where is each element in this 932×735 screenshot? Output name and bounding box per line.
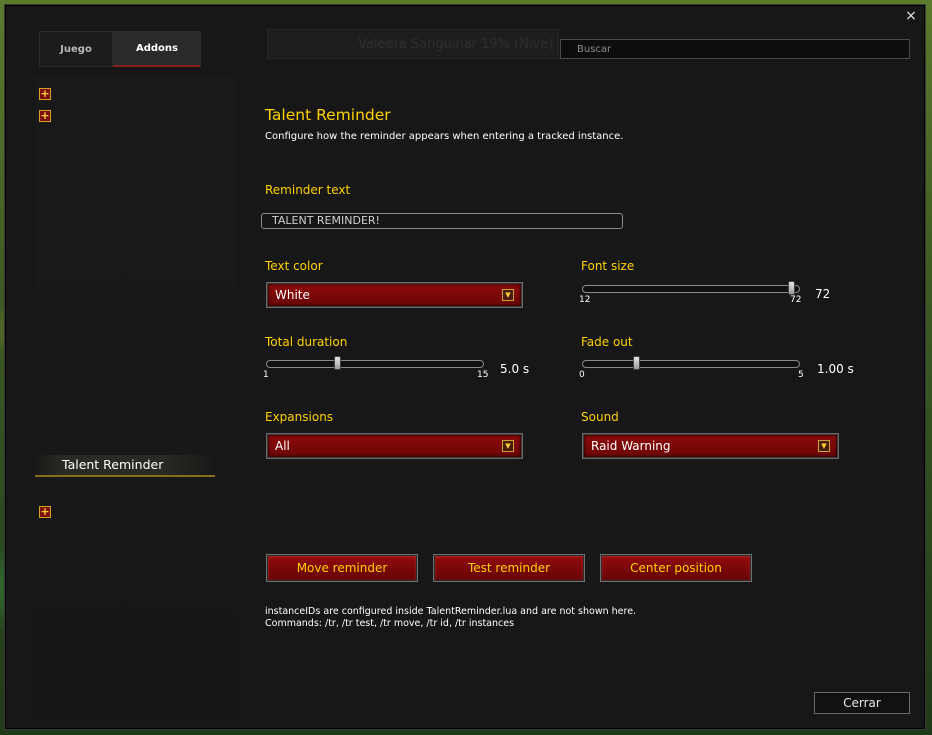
font-size-slider[interactable] (582, 281, 800, 295)
move-reminder-button[interactable]: Move reminder (267, 555, 417, 581)
text-color-dropdown[interactable]: White ▼ (267, 283, 522, 307)
tab-addons[interactable]: Addons (113, 31, 201, 67)
expand-plus-icon[interactable]: + (39, 88, 51, 100)
reminder-text-label: Reminder text (265, 183, 351, 197)
total-duration-slider[interactable] (266, 356, 484, 370)
total-duration-max: 15 (477, 370, 489, 380)
tab-juego[interactable]: Juego (39, 31, 113, 67)
dropdown-arrow-icon: ▼ (818, 440, 830, 452)
text-color-label: Text color (265, 259, 323, 273)
slider-thumb[interactable] (633, 356, 640, 370)
dropdown-arrow-icon: ▼ (502, 440, 514, 452)
dropdown-arrow-icon: ▼ (502, 289, 514, 301)
sidebar-item-talent-reminder[interactable]: Talent Reminder (35, 455, 215, 477)
close-button[interactable]: Cerrar (814, 692, 910, 714)
font-size-label: Font size (581, 259, 635, 273)
sound-dropdown[interactable]: Raid Warning ▼ (583, 434, 838, 458)
tab-bar: Juego Addons (39, 31, 201, 67)
page-title: Talent Reminder (265, 106, 391, 124)
font-size-value: 72 (815, 287, 831, 301)
info-note: instanceIDs are configured inside Talent… (265, 606, 637, 617)
total-duration-label: Total duration (265, 335, 348, 349)
fade-out-value: 1.00 s (817, 362, 854, 376)
sound-value: Raid Warning (591, 439, 671, 453)
expansions-value: All (275, 439, 290, 453)
total-duration-value: 5.0 s (500, 362, 530, 376)
font-size-min: 12 (579, 295, 591, 305)
text-color-value: White (275, 288, 310, 302)
center-position-button[interactable]: Center position (601, 555, 751, 581)
background-character-frame: Valeera Sanguinar 19% (Nive) (267, 29, 559, 59)
fade-out-slider[interactable] (582, 356, 800, 370)
search-input[interactable] (560, 39, 910, 59)
settings-window: × Juego Addons Valeera Sanguinar 19% (Ni… (4, 4, 926, 730)
expansions-label: Expansions (265, 410, 334, 424)
reminder-text-field[interactable]: TALENT REMINDER! (261, 213, 623, 229)
sound-label: Sound (581, 410, 619, 424)
close-icon[interactable]: × (903, 8, 919, 24)
addon-sidebar: + + Talent Reminder + (35, 77, 235, 717)
expansions-dropdown[interactable]: All ▼ (267, 434, 522, 458)
fade-out-label: Fade out (581, 335, 633, 349)
fade-out-max: 5 (798, 370, 804, 380)
slider-thumb[interactable] (334, 356, 341, 370)
commands-note: Commands: /tr, /tr test, /tr move, /tr i… (265, 618, 515, 629)
page-description: Configure how the reminder appears when … (265, 131, 624, 142)
addon-options-panel: Talent Reminder Configure how the remind… (237, 77, 915, 687)
fade-out-min: 0 (579, 370, 585, 380)
total-duration-min: 1 (263, 370, 269, 380)
slider-thumb[interactable] (788, 281, 795, 295)
expand-plus-icon[interactable]: + (39, 506, 51, 518)
test-reminder-button[interactable]: Test reminder (434, 555, 584, 581)
font-size-max: 72 (790, 295, 802, 305)
expand-plus-icon[interactable]: + (39, 110, 51, 122)
